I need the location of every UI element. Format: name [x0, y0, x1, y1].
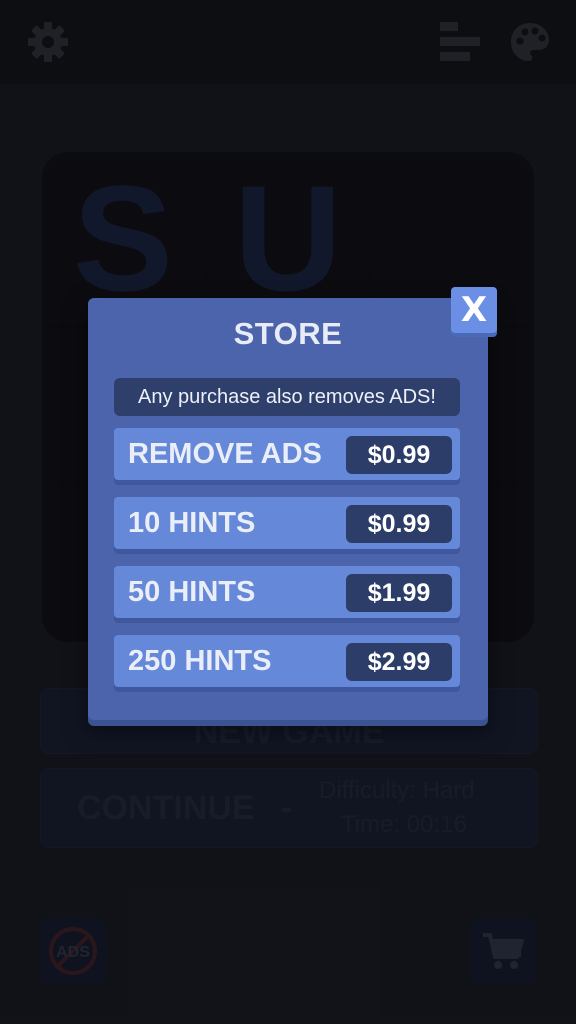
store-dialog: STORE Any purchase also removes ADS! REM… [88, 298, 488, 720]
item-label: REMOVE ADS [128, 438, 322, 470]
price-badge[interactable]: $0.99 [346, 505, 452, 543]
item-label: 50 HINTS [128, 576, 256, 608]
close-button[interactable]: X [451, 287, 497, 333]
store-notice: Any purchase also removes ADS! [114, 378, 460, 416]
store-item-250-hints[interactable]: 250 HINTS $2.99 [114, 635, 460, 687]
store-item-10-hints[interactable]: 10 HINTS $0.99 [114, 497, 460, 549]
price-badge[interactable]: $0.99 [346, 436, 452, 474]
item-label: 250 HINTS [128, 645, 272, 677]
store-item-50-hints[interactable]: 50 HINTS $1.99 [114, 566, 460, 618]
price-badge[interactable]: $2.99 [346, 643, 452, 681]
item-label: 10 HINTS [128, 507, 256, 539]
price-badge[interactable]: $1.99 [346, 574, 452, 612]
store-title: STORE [233, 316, 343, 351]
store-item-remove-ads[interactable]: REMOVE ADS $0.99 [114, 428, 460, 480]
